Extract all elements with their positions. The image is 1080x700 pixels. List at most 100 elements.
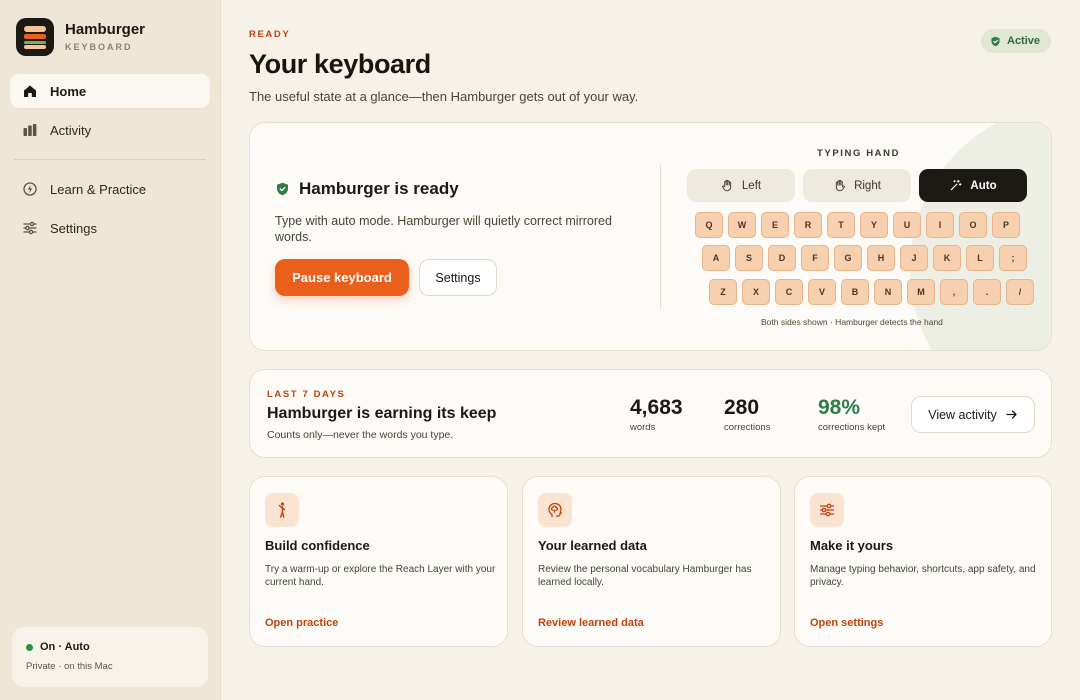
sidebar-item-home[interactable]: Home xyxy=(10,74,210,108)
stat-value: 98% xyxy=(818,396,861,419)
arrow-right-icon xyxy=(1006,410,1017,419)
shield-check-icon xyxy=(277,182,288,196)
sidebar-item-label: Learn & Practice xyxy=(50,181,147,197)
hamburger-logo-icon xyxy=(16,18,54,56)
open-practice-link[interactable]: Open practice xyxy=(265,617,338,629)
hand-option-label: Left xyxy=(741,179,762,192)
open-settings-link[interactable]: Open settings xyxy=(810,617,883,629)
hand-left-icon xyxy=(722,179,732,192)
settings-button[interactable]: Settings xyxy=(419,259,497,296)
stat-corrections: 280 corrections xyxy=(724,396,770,433)
status-sub: Private · on this Mac xyxy=(26,661,113,672)
sidebar-divider xyxy=(14,159,206,160)
keyboard-key: Y xyxy=(860,212,888,238)
keyboard-key: Q xyxy=(695,212,723,238)
review-learned-data-link[interactable]: Review learned data xyxy=(538,617,644,629)
page-eyebrow: READY xyxy=(249,29,291,40)
keyboard-key: D xyxy=(768,245,796,271)
app-subtitle: KEYBOARD xyxy=(65,42,133,52)
hand-right-icon xyxy=(835,179,845,192)
stats-title: Hamburger is earning its keep xyxy=(267,405,497,422)
feature-description: Review the personal vocabulary Hamburger… xyxy=(538,564,752,588)
keyboard-key: V xyxy=(808,279,836,305)
keyboard-status-card: On · Auto Private · on this Mac xyxy=(12,627,208,687)
hand-option-right[interactable]: Right xyxy=(803,169,911,202)
status-label: On · Auto xyxy=(40,641,90,653)
keyboard-key: T xyxy=(827,212,855,238)
keyboard-key: K xyxy=(933,245,961,271)
page-subtitle: The useful state at a glance—then Hambur… xyxy=(249,89,639,104)
app-name: Hamburger xyxy=(65,21,146,38)
keyboard-key: O xyxy=(959,212,987,238)
active-status-badge: Active xyxy=(981,29,1052,53)
keyboard-key: W xyxy=(728,212,756,238)
stats-subtitle: Counts only—never the words you type. xyxy=(267,429,454,441)
hand-option-label: Right xyxy=(854,179,881,192)
status-dot-icon xyxy=(26,643,33,651)
ready-heading: Hamburger is ready xyxy=(276,179,459,199)
keyboard-key: N xyxy=(874,279,902,305)
weekly-stats-card: LAST 7 DAYS Hamburger is earning its kee… xyxy=(249,369,1052,458)
feature-icon-wrap xyxy=(265,493,299,527)
stat-label: words xyxy=(630,422,656,433)
ready-description: Type with auto mode. Hamburger will quie… xyxy=(275,214,612,244)
page-title: Your keyboard xyxy=(249,49,431,79)
sidebar-item-learn-practice[interactable]: Learn & Practice xyxy=(10,172,210,206)
badge-label: Active xyxy=(1007,35,1041,47)
keyboard-key: E xyxy=(761,212,789,238)
keyboard-key: , xyxy=(940,279,968,305)
person-icon xyxy=(278,502,286,518)
sidebar-item-label: Settings xyxy=(50,220,97,236)
sidebar-item-label: Activity xyxy=(50,122,92,138)
stat-label: corrections xyxy=(724,422,771,433)
keyboard-key: C xyxy=(775,279,803,305)
keyboard-key: M xyxy=(907,279,935,305)
feature-title: Build confidence xyxy=(265,538,370,553)
pause-keyboard-button[interactable]: Pause keyboard xyxy=(275,259,409,296)
brain-icon xyxy=(548,502,562,518)
shield-check-icon xyxy=(991,36,1000,46)
feature-card-practice: Build confidence Try a warm-up or explor… xyxy=(249,476,508,647)
keyboard-key: H xyxy=(867,245,895,271)
typing-hand-label: TYPING HAND xyxy=(817,148,901,159)
feature-icon-wrap xyxy=(810,493,844,527)
sidebar-item-settings[interactable]: Settings xyxy=(10,211,210,245)
feature-title: Your learned data xyxy=(538,538,647,553)
sidebar-item-activity[interactable]: Activity xyxy=(10,113,210,147)
stat-value: 4,683 xyxy=(630,396,683,419)
bolt-icon xyxy=(23,182,37,196)
sliders-icon xyxy=(23,221,37,235)
view-activity-label: View activity xyxy=(928,407,997,422)
keyboard-key: Z xyxy=(709,279,737,305)
brand: Hamburger KEYBOARD xyxy=(16,18,145,56)
keyboard-key: . xyxy=(973,279,1001,305)
keyboard-key: I xyxy=(926,212,954,238)
keyboard-key: ; xyxy=(999,245,1027,271)
feature-description: Try a warm-up or explore the Reach Layer… xyxy=(265,564,496,588)
keyboard-note: Both sides shown · Hamburger detects the… xyxy=(761,317,943,327)
keyboard-key: J xyxy=(900,245,928,271)
keyboard-key: F xyxy=(801,245,829,271)
keyboard-key: P xyxy=(992,212,1020,238)
feature-card-learned-data: Your learned data Review the personal vo… xyxy=(522,476,781,647)
keyboard-key: R xyxy=(794,212,822,238)
keyboard-key: X xyxy=(742,279,770,305)
sidebar-item-label: Home xyxy=(50,83,87,99)
hand-option-left[interactable]: Left xyxy=(687,169,795,202)
bar-chart-icon xyxy=(23,124,37,136)
feature-title: Make it yours xyxy=(810,538,894,553)
view-activity-button[interactable]: View activity xyxy=(911,396,1035,433)
feature-icon-wrap xyxy=(538,493,572,527)
sidebar: Hamburger KEYBOARD Home Activity Learn &… xyxy=(0,0,221,700)
feature-card-settings: Make it yours Manage typing behavior, sh… xyxy=(794,476,1052,647)
hero-divider xyxy=(660,165,661,309)
keyboard-key: / xyxy=(1006,279,1034,305)
feature-description: Manage typing behavior, shortcuts, app s… xyxy=(810,564,1036,588)
hand-option-auto[interactable]: Auto xyxy=(919,169,1027,202)
sliders-icon xyxy=(819,503,835,517)
hand-option-label: Auto xyxy=(970,179,997,192)
keyboard-key: S xyxy=(735,245,763,271)
stats-eyebrow: LAST 7 DAYS xyxy=(267,389,346,400)
stat-value: 280 xyxy=(724,396,760,419)
keyboard-key: A xyxy=(702,245,730,271)
